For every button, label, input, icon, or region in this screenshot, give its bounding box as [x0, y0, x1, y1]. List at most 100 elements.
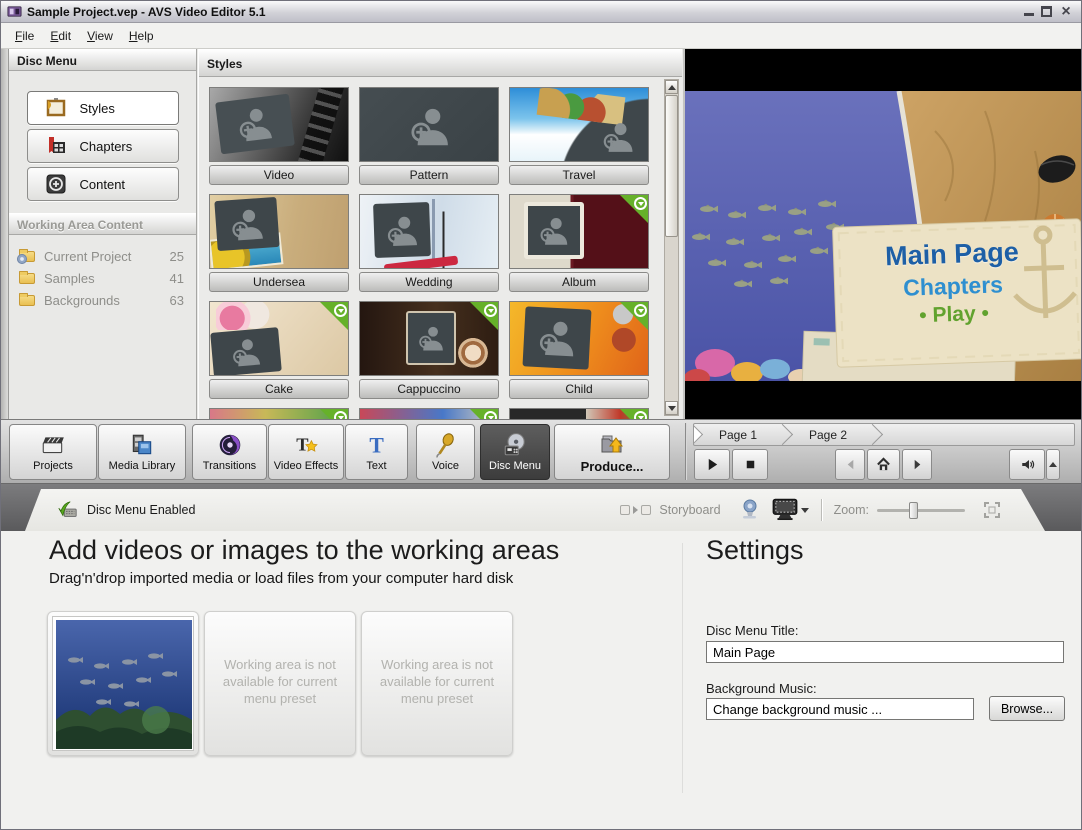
media-library-icon — [132, 434, 152, 455]
text-button[interactable]: T Text — [345, 424, 408, 480]
style-thumb-partial[interactable] — [209, 408, 349, 419]
zoom-slider-thumb[interactable] — [909, 502, 918, 519]
style-thumb-label: Cappuccino — [359, 379, 499, 399]
divider — [821, 499, 822, 521]
monitor-dropdown-icon[interactable] — [801, 508, 809, 513]
disc-menu-title-input[interactable] — [706, 641, 1064, 663]
download-badge-icon — [319, 409, 348, 419]
working-area-slot-3[interactable]: Working area is not available for curren… — [361, 611, 513, 756]
audio-mixer-icon[interactable] — [737, 498, 763, 522]
background-music-input[interactable] — [706, 698, 974, 720]
clapperboard-icon — [42, 437, 64, 454]
add-content-icon — [46, 174, 65, 194]
styles-scrollbar[interactable] — [664, 79, 679, 416]
placeholder-panel — [210, 327, 282, 375]
next-page-button[interactable] — [902, 449, 932, 480]
style-thumb-travel[interactable]: Travel — [509, 87, 649, 185]
coffee-cup-deco — [450, 337, 496, 373]
placeholder-panel — [214, 196, 280, 252]
disc-menu-title-label: Disc Menu Title: — [706, 623, 799, 638]
title-bar[interactable]: Sample Project.vep - AVS Video Editor 5.… — [1, 1, 1081, 23]
forward-arrow-icon — [914, 459, 920, 470]
home-page-button[interactable] — [867, 449, 900, 480]
style-thumb-wedding[interactable]: Wedding — [359, 194, 499, 292]
styles-button[interactable]: Styles — [26, 91, 179, 125]
style-thumb-label: Undersea — [209, 272, 349, 292]
working-area-video-thumb — [52, 616, 194, 751]
video-effects-button[interactable]: T Video Effects — [268, 424, 344, 480]
page-breadcrumb: Main Page 1 Page 2 — [693, 423, 1075, 446]
style-thumb-child[interactable]: Child — [509, 301, 649, 399]
item-label: Samples — [44, 270, 95, 286]
toolbar-label: Voice — [432, 460, 459, 472]
monitor-icon[interactable] — [771, 498, 799, 522]
settings-divider — [682, 543, 683, 793]
list-item-backgrounds[interactable]: Backgrounds 63 — [9, 289, 196, 311]
transitions-button[interactable]: Transitions — [192, 424, 267, 480]
collapse-toggle-icon[interactable] — [620, 505, 630, 515]
projects-button[interactable]: Projects — [9, 424, 97, 480]
style-thumb-label: Pattern — [359, 165, 499, 185]
content-button-label: Content — [79, 176, 126, 192]
previous-page-button[interactable] — [835, 449, 865, 480]
chapters-button[interactable]: Chapters — [26, 129, 179, 163]
style-thumb-album[interactable]: Album — [509, 194, 649, 292]
style-thumb-label: Travel — [509, 165, 649, 185]
disc-menu-icon — [504, 433, 525, 456]
volume-expand-button[interactable] — [1046, 449, 1060, 480]
microphone-icon — [435, 433, 454, 458]
project-folder-icon — [17, 248, 35, 264]
placeholder-panel — [373, 202, 431, 258]
stop-button[interactable] — [732, 449, 768, 480]
person-plus-icon — [233, 339, 261, 367]
working-area-slot-1[interactable] — [47, 611, 199, 756]
list-item-current-project[interactable]: Current Project 25 — [9, 245, 196, 267]
volume-button[interactable] — [1009, 449, 1045, 480]
working-area-slot-2[interactable]: Working area is not available for curren… — [204, 611, 356, 756]
ring-binder-deco — [432, 199, 435, 265]
folder-icon — [19, 270, 35, 284]
style-thumb-pattern[interactable]: Pattern — [359, 87, 499, 185]
tab-label: Page 2 — [808, 427, 848, 442]
tab-page-1[interactable]: Page 1 — [694, 424, 784, 445]
close-button[interactable]: × — [1059, 4, 1073, 20]
minimize-button[interactable] — [1024, 7, 1034, 16]
zoom-slider[interactable] — [877, 509, 965, 512]
list-item-samples[interactable]: Samples 41 — [9, 267, 196, 289]
browse-button[interactable]: Browse... — [989, 696, 1065, 721]
play-button[interactable] — [694, 449, 730, 480]
tab-page-2[interactable]: Page 2 — [782, 424, 874, 445]
placeholder-panel — [406, 311, 456, 365]
chapters-button-label: Chapters — [79, 138, 133, 154]
style-thumb-video[interactable]: Video — [209, 87, 349, 185]
item-label: Current Project — [44, 248, 132, 264]
download-badge-icon — [619, 195, 648, 224]
style-thumb-undersea[interactable]: Undersea — [209, 194, 349, 292]
fit-screen-icon[interactable] — [983, 501, 1001, 519]
style-thumb-cake[interactable]: Cake — [209, 301, 349, 399]
scrollbar-thumb[interactable] — [665, 95, 678, 237]
placeholder-panel — [590, 111, 646, 161]
content-button[interactable]: Content — [26, 167, 179, 201]
style-thumb-partial[interactable] — [359, 408, 499, 419]
scroll-down-button[interactable] — [665, 401, 678, 415]
produce-button[interactable]: Produce... — [554, 424, 670, 480]
style-thumb-cappuccino[interactable]: Cappuccino — [359, 301, 499, 399]
disc-menu-button[interactable]: Disc Menu — [480, 424, 550, 480]
disc-menu-workspace: Add videos or images to the working area… — [1, 531, 1081, 829]
voice-button[interactable]: Voice — [416, 424, 475, 480]
expand-toggle-icon[interactable] — [641, 505, 651, 515]
undersea-thumbnail-image — [56, 620, 192, 749]
menu-view[interactable]: View — [79, 25, 121, 47]
media-library-button[interactable]: Media Library — [98, 424, 186, 480]
download-badge-icon — [319, 302, 348, 331]
menu-help[interactable]: Help — [121, 25, 162, 47]
menu-file[interactable]: File — [7, 25, 42, 47]
scroll-up-button[interactable] — [665, 80, 678, 94]
maximize-button[interactable] — [1041, 6, 1052, 17]
chapters-book-icon — [48, 137, 65, 153]
person-plus-icon — [387, 216, 417, 246]
person-plus-icon — [232, 209, 263, 241]
menu-edit[interactable]: Edit — [42, 25, 79, 47]
style-thumb-partial[interactable] — [509, 408, 649, 419]
